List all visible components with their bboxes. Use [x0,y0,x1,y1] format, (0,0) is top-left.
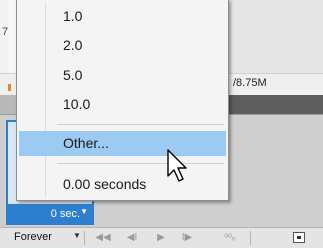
panel-header-dark-strip [228,95,323,114]
menu-item-1-0[interactable]: 1.0 [19,4,226,29]
menu-item-10-0[interactable]: 10.0 [19,92,226,117]
status-accent-marker [8,84,11,91]
file-size-readout: /8.75M [233,77,267,89]
menu-item-label: 2.0 [63,37,83,53]
menu-item-2-0[interactable]: 2.0 [19,33,226,58]
menu-item-5-0[interactable]: 5.0 [19,63,226,88]
menu-item-other[interactable]: Other... [19,131,226,156]
previous-frame-icon[interactable]: ◀I [124,232,140,244]
toolbar-divider [84,231,85,245]
menu-item-current-delay[interactable]: 0.00 seconds [19,172,226,197]
menu-separator [57,163,224,164]
toolbar-divider [250,231,251,245]
mouse-pointer-icon [167,149,187,182]
menu-item-label: 5.0 [63,67,83,83]
frame-delay-label: 0 sec. [50,208,81,220]
frame-delay-menu: 1.0 2.0 5.0 10.0 Other... 0.00 seconds [16,0,229,201]
dropdown-arrow-icon: ▼ [80,207,88,216]
edge-text-fragment: 7 [2,26,9,38]
first-frame-icon[interactable]: ◀◀ [95,232,111,244]
menu-item-label: 0.00 seconds [63,176,147,192]
animation-toolbar: Forever ▼ ◀◀ ◀I ▶ I▶ ᵒᵒₒ [0,227,323,248]
loop-options-select[interactable]: Forever [14,231,52,243]
frame-delay-button[interactable]: 0 sec.▼ [6,204,94,224]
chevron-down-icon[interactable]: ▼ [73,231,81,240]
menu-item-label: Other... [63,135,109,151]
menu-separator [57,124,224,125]
play-icon[interactable]: ▶ [153,232,169,244]
menu-item-label: 1.0 [63,8,83,24]
tween-icon[interactable]: ᵒᵒₒ [222,232,238,244]
duplicate-frame-icon[interactable] [293,232,305,243]
next-frame-icon[interactable]: I▶ [179,232,195,244]
menu-item-label: 10.0 [63,96,91,112]
